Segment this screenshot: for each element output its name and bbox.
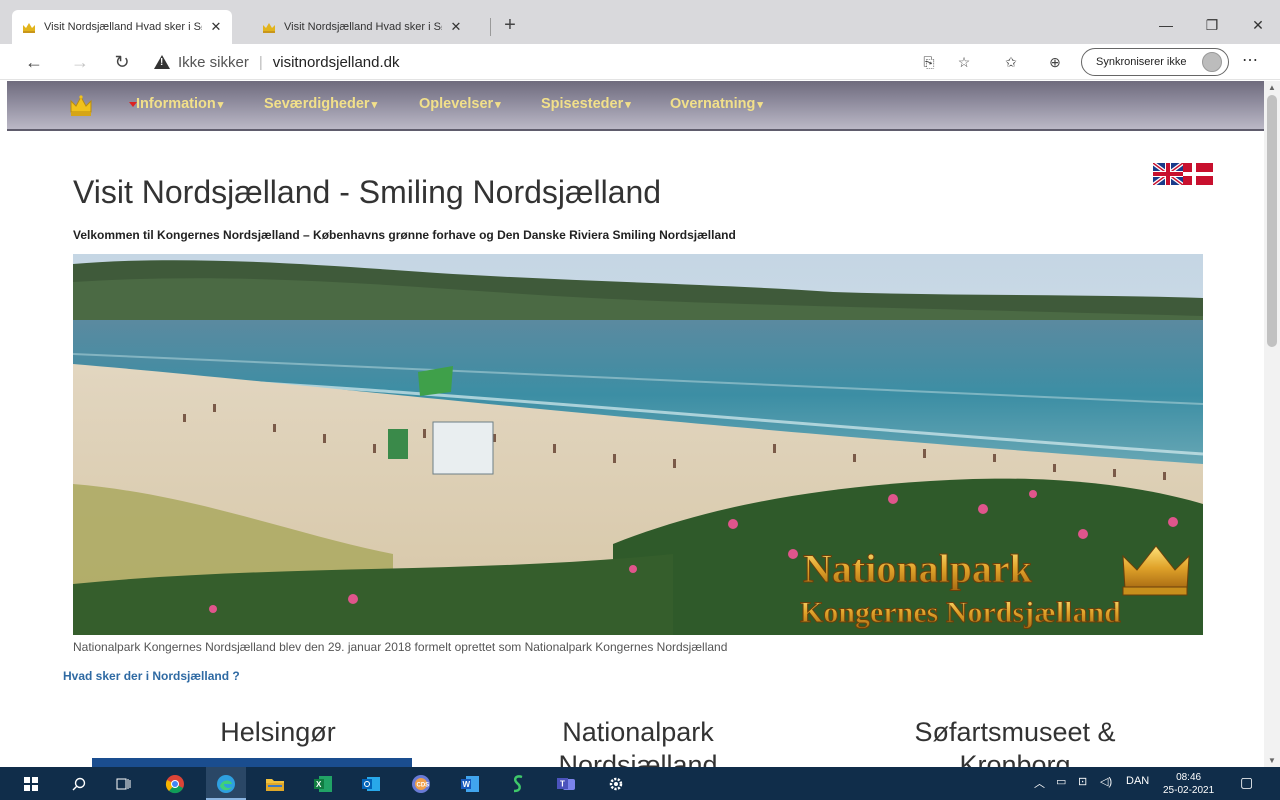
tab-title: Visit Nordsjælland Hvad sker i Sø [284,21,442,33]
task-view-icon[interactable] [113,773,135,795]
url-text: visitnordsjelland.dk [272,53,400,71]
address-bar: ← → ↻ Ikke sikker | visitnordsjelland.dk… [0,44,1280,80]
nav-item-information[interactable]: Information ▾ [136,96,223,112]
nav-item-spisesteder[interactable]: Spisesteder ▾ [541,96,631,112]
browser-tab-active[interactable]: Visit Nordsjælland Hvad sker i Sø ✕ [12,10,232,44]
scroll-down-icon[interactable]: ▼ [1264,756,1280,765]
svg-text:X: X [316,780,322,789]
danish-flag-icon[interactable] [1183,163,1213,185]
sync-label: Synkroniserer ikke [1096,56,1187,68]
beach-scene-illustration: Nationalpark Kongernes Nordsjælland [73,254,1203,635]
restore-icon[interactable]: ❐ [1192,14,1232,36]
crown-favicon-icon [23,22,35,33]
sync-button[interactable]: Synkroniserer ikke [1081,48,1229,76]
svg-text:W: W [463,780,471,789]
url-field[interactable]: Ikke sikker | visitnordsjelland.dk [154,48,902,76]
new-tab-button[interactable]: + [500,14,520,36]
nav-label: Oplevelser [419,96,494,112]
uk-flag-icon[interactable] [1153,163,1183,185]
tray-chevron-icon[interactable]: ︿ [1034,775,1045,791]
svg-text:T: T [560,780,565,789]
more-menu-icon[interactable]: ⋯ [1242,50,1258,70]
excel-icon[interactable]: X [312,773,334,795]
browser-tab-bar: Visit Nordsjælland Hvad sker i Sø ✕ Visi… [0,0,1280,44]
system-clock[interactable]: 08:46 25-02-2021 [1163,771,1214,797]
refresh-icon[interactable]: ↻ [108,50,136,74]
edge-icon[interactable] [215,773,237,795]
browser-tab-2[interactable]: Visit Nordsjælland Hvad sker i Sø ✕ [252,10,472,44]
dropdown-caret-icon: ▾ [495,99,501,111]
whats-on-link[interactable]: Hvad sker der i Nordsjælland ? [63,669,240,683]
dropdown-caret-icon: ▾ [371,99,378,111]
svg-text:CDS: CDS [417,783,430,789]
dropdown-caret-icon: ▾ [217,99,224,111]
notification-icon[interactable]: ▢ [1240,774,1253,791]
page-subtitle: Velkommen til Kongernes Nordsjælland – K… [73,228,736,242]
clock-time: 08:46 [1176,772,1202,783]
page-title: Visit Nordsjælland - Smiling Nordsjællan… [73,174,662,210]
back-arrow-icon[interactable]: ← [20,50,48,74]
nav-item-sevaerdigheder[interactable]: Seværdigheder ▾ [264,96,377,112]
crown-favicon-icon [263,22,275,33]
favorites-icon[interactable]: ✩ [1000,52,1022,72]
site-navigation: Information ▾ Seværdigheder ▾ Oplevelser ▾ … [7,81,1264,131]
teams-icon[interactable]: T [555,773,577,795]
dropdown-caret-icon: ▾ [757,99,763,111]
tab-title: Visit Nordsjælland Hvad sker i Sø [44,21,202,33]
url-separator: | [258,53,263,71]
crown-logo-icon[interactable] [69,95,93,117]
clock-date: 25-02-2021 [1163,785,1215,796]
forward-arrow-icon[interactable]: → [66,50,94,74]
page-scrollbar[interactable]: ▲ ▼ [1264,81,1280,767]
tab-close-icon[interactable]: ✕ [448,19,464,35]
nav-label: Overnatning [670,96,756,112]
nav-label: Information [136,96,216,112]
hero-caption: Nationalpark Kongernes Nordsjælland blev… [73,640,728,654]
nav-item-oplevelser[interactable]: Oplevelser ▾ [419,96,501,112]
collections-icon[interactable]: ⊕ [1044,52,1066,72]
scroll-thumb[interactable] [1267,95,1277,347]
windows-taskbar: X CDS W T ︿ ▭ ⊡ ◁) DAN 08:46 25-02-2021 … [0,767,1280,800]
chrome-icon[interactable] [164,773,186,795]
sigma-app-icon[interactable] [507,773,529,795]
file-explorer-icon[interactable] [264,773,286,795]
hero-beach-image: Nationalpark Kongernes Nordsjælland [73,254,1203,635]
hero-text-line2: Kongernes Nordsjælland [800,596,1121,629]
reader-view-icon[interactable]: ⎘ [918,52,940,72]
nav-label: Seværdigheder [264,96,370,112]
language-switcher [1153,163,1213,185]
minimize-icon[interactable]: — [1146,14,1186,36]
word-icon[interactable]: W [459,773,481,795]
tab-close-icon[interactable]: ✕ [208,19,224,35]
nav-label: Spisesteder [541,96,624,112]
not-secure-label: Ikke sikker [178,53,249,71]
hero-text-line1: Nationalpark [803,546,1033,591]
windows-start-icon[interactable] [20,773,42,795]
add-favorite-icon[interactable]: ☆ [953,52,975,72]
language-indicator[interactable]: DAN [1126,775,1149,787]
cds-app-icon[interactable]: CDS [410,773,432,795]
column-title-helsingor[interactable]: Helsingør [178,716,378,749]
outlook-icon[interactable] [360,773,382,795]
nav-item-overnatning[interactable]: Overnatning ▾ [670,96,763,112]
settings-gear-icon[interactable] [605,773,627,795]
warning-icon [154,55,170,69]
network-icon[interactable]: ⊡ [1078,775,1087,788]
dropdown-caret-icon: ▾ [625,99,631,111]
window-close-icon[interactable]: ✕ [1238,14,1278,36]
scroll-up-icon[interactable]: ▲ [1264,83,1280,92]
battery-icon[interactable]: ▭ [1056,775,1066,788]
tab-divider [490,18,491,36]
volume-icon[interactable]: ◁) [1100,775,1112,788]
profile-avatar-icon [1202,52,1222,72]
search-icon[interactable] [68,773,90,795]
